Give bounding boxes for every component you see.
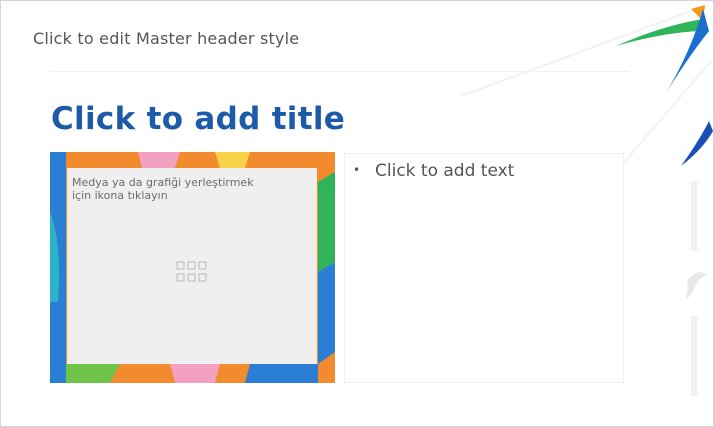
faint-light-ray <box>460 10 692 97</box>
media-placeholder-frame[interactable]: Medya ya da grafiği yerleştirmek için ik… <box>50 152 335 383</box>
insert-clipart-icon <box>187 273 196 282</box>
content-bullet[interactable]: • Click to add text <box>353 161 514 181</box>
green-shape-right <box>318 172 335 272</box>
slide-canvas: Click to edit Master header style Click … <box>0 0 714 427</box>
header-divider <box>49 71 629 72</box>
blue-swoosh <box>666 9 709 93</box>
yellow-shape-top <box>215 152 250 168</box>
insert-table-icon <box>176 261 185 270</box>
insert-picture-icon <box>176 273 185 282</box>
media-prompt-text: Medya ya da grafiği yerleştirmek için ik… <box>72 176 312 202</box>
pink-shape-bottom <box>170 364 220 383</box>
blue-shape-right <box>318 262 335 364</box>
blue-shape-bottom <box>245 364 318 383</box>
master-header-text[interactable]: Click to edit Master header style <box>33 29 299 48</box>
insert-smartart-icon <box>198 261 207 270</box>
blue-swoosh-lower <box>681 121 713 166</box>
insert-content-icons <box>176 261 207 282</box>
pink-shape-top <box>138 152 180 168</box>
media-prompt-line1: Medya ya da grafiği yerleştirmek <box>72 176 254 189</box>
media-prompt-line2: için ikona tıklayın <box>72 189 168 202</box>
vertical-watermark <box>673 171 713 411</box>
media-placeholder-area[interactable]: Medya ya da grafiği yerleştirmek için ik… <box>67 168 317 364</box>
content-placeholder[interactable]: • Click to add text <box>344 153 624 383</box>
insert-chart-icon <box>187 261 196 270</box>
content-bullet-text: Click to add text <box>375 161 515 181</box>
watermark-bird-icon <box>685 272 707 299</box>
bullet-dot: • <box>353 163 361 177</box>
title-placeholder[interactable]: Click to add title <box>51 101 345 137</box>
insert-media-icon <box>198 273 207 282</box>
